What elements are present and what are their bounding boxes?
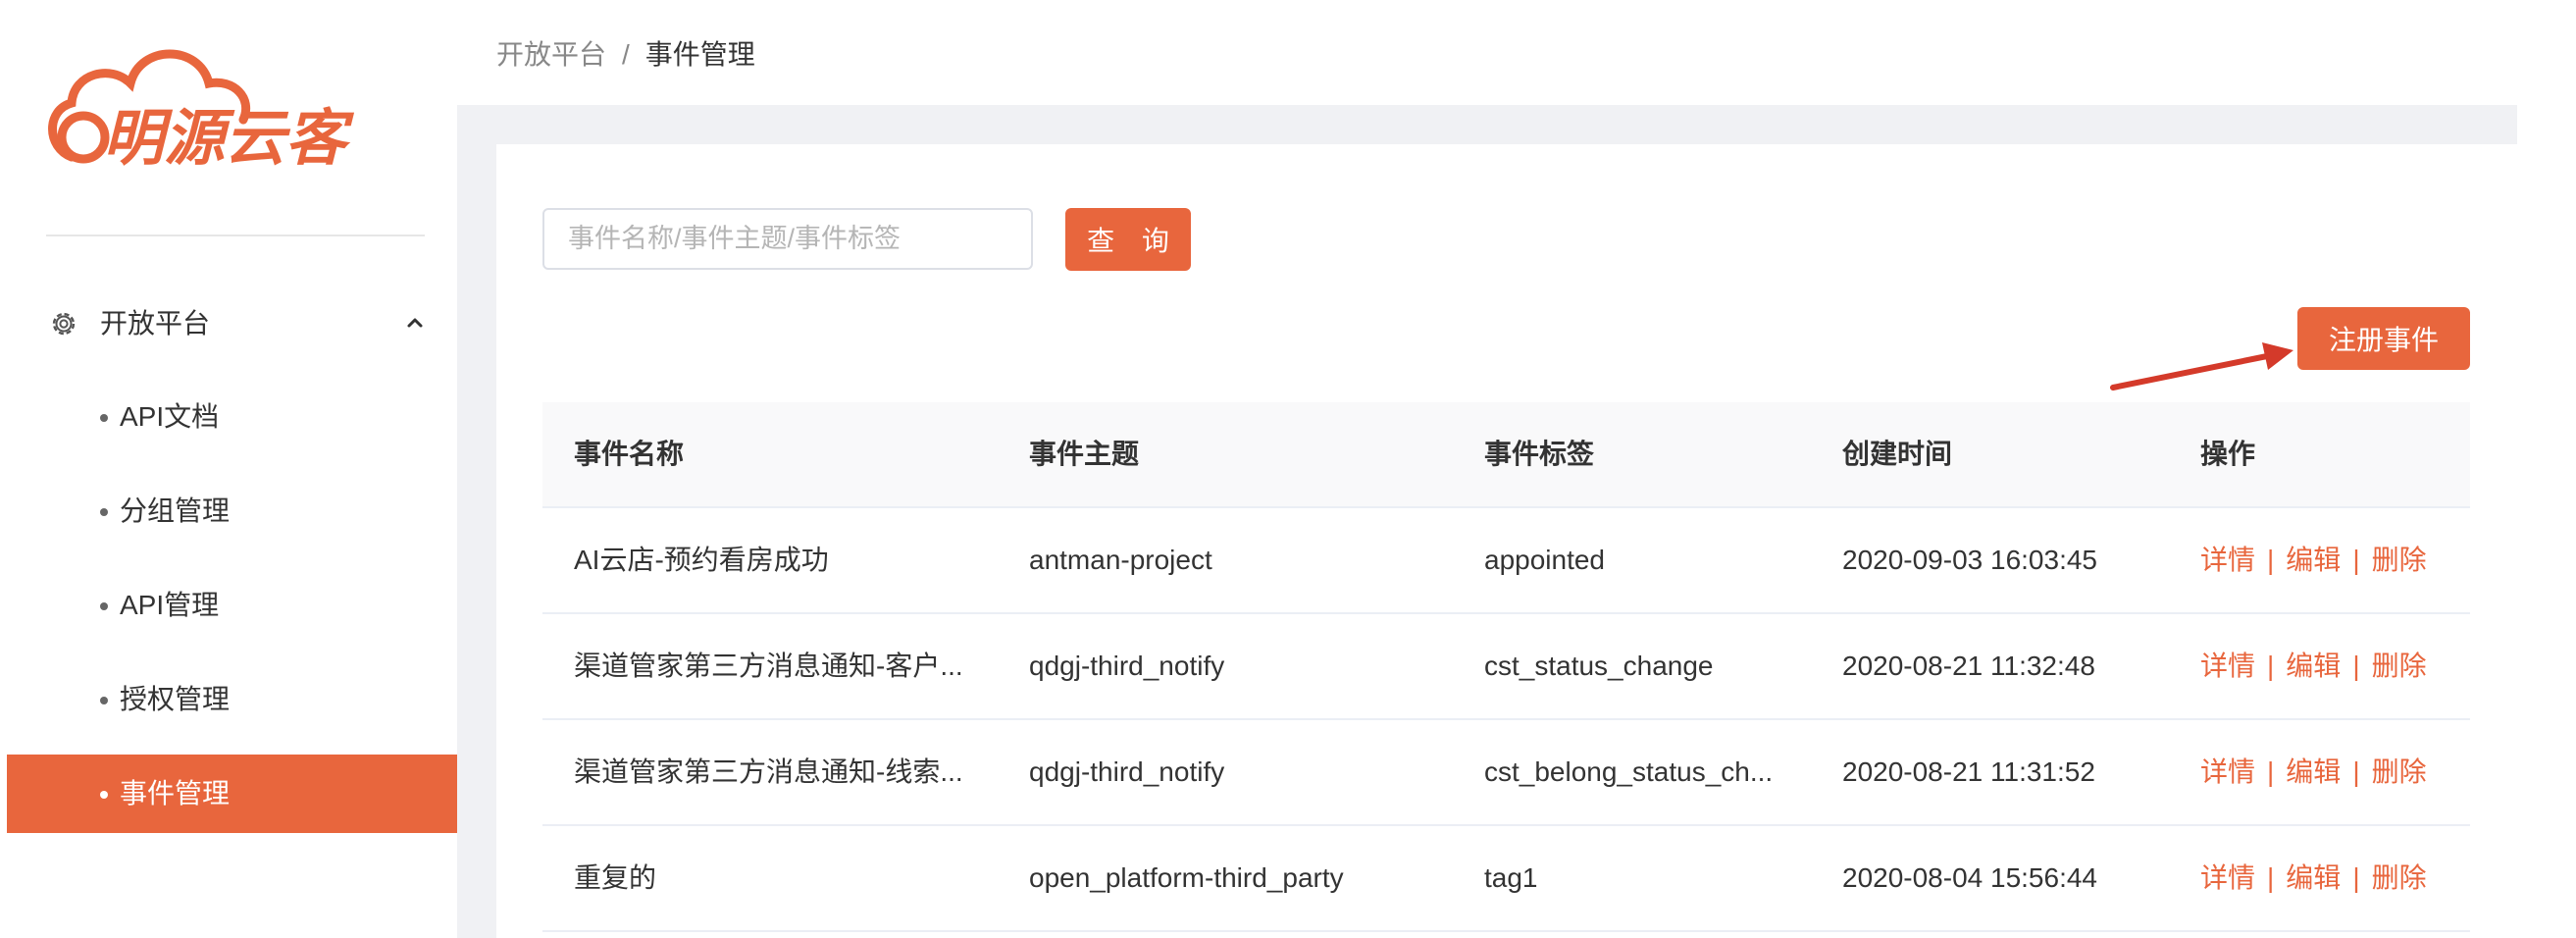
sidebar-item-event-management[interactable]: 事件管理 [7, 755, 457, 833]
cell-actions: 详情 | 编辑 | 删除 [2200, 720, 2465, 824]
table-row: 重复的 open_platform-third_party tag1 2020-… [542, 826, 2470, 932]
breadcrumb-separator: / [622, 39, 630, 70]
cell-created: 2020-08-04 15:56:44 [1842, 862, 2097, 893]
column-header-name: 事件名称 [574, 439, 685, 469]
cell-tag: tag1 [1484, 862, 1538, 893]
sidebar-item-label: 分组管理 [120, 495, 231, 526]
edit-link[interactable]: 编辑 [2286, 545, 2341, 575]
column-header-topic: 事件主题 [1029, 439, 1140, 469]
action-separator: | [2267, 756, 2275, 787]
table-row: 渠道管家第三方消息通知-客户... qdgj-third_notify cst_… [542, 614, 2470, 720]
sidebar-item-group-management[interactable]: 分组管理 [7, 472, 457, 550]
content-card: 查 询 注册事件 事件名称 事件主题 事件标签 创建时间 操作 AI云店-预约看… [496, 144, 2517, 938]
sidebar-item-label: 事件管理 [120, 778, 231, 808]
sidebar-group-open-platform[interactable]: 开放平台 [7, 285, 457, 363]
sidebar-item-label: API管理 [120, 590, 220, 620]
page-margin [2517, 0, 2576, 938]
sidebar-group-label: 开放平台 [100, 308, 211, 339]
action-separator: | [2267, 862, 2275, 893]
detail-link[interactable]: 详情 [2200, 756, 2255, 787]
action-separator: | [2352, 756, 2360, 787]
cell-name: 渠道管家第三方消息通知-客户... [574, 651, 963, 681]
table-row: AI云店-预约看房成功 antman-project appointed 202… [542, 508, 2470, 614]
column-header-tag: 事件标签 [1484, 439, 1595, 469]
cell-actions: 详情 | 编辑 | 删除 [2200, 614, 2465, 718]
app-root: 明源云客 开放平台 API文档 分组管理 API管理 授权管理 事件管理 开放平… [0, 0, 2576, 938]
bullet-icon [100, 508, 108, 516]
cell-topic: qdgj-third_notify [1029, 651, 1225, 681]
delete-link[interactable]: 删除 [2372, 756, 2427, 787]
bullet-icon [100, 791, 108, 799]
cell-topic: qdgj-third_notify [1029, 756, 1225, 787]
sidebar-item-label: 授权管理 [120, 684, 231, 714]
bullet-icon [100, 697, 108, 704]
column-header-actions: 操作 [2200, 439, 2256, 469]
cell-name: 渠道管家第三方消息通知-线索... [574, 756, 963, 787]
event-table: 事件名称 事件主题 事件标签 创建时间 操作 AI云店-预约看房成功 antma… [542, 402, 2470, 932]
detail-link[interactable]: 详情 [2200, 651, 2255, 681]
sidebar-item-label: API文档 [120, 401, 220, 432]
bullet-icon [100, 414, 108, 422]
sidebar-item-api-management[interactable]: API管理 [7, 566, 457, 645]
detail-link[interactable]: 详情 [2200, 545, 2255, 575]
delete-link[interactable]: 删除 [2372, 545, 2427, 575]
detail-link[interactable]: 详情 [2200, 862, 2255, 893]
query-button[interactable]: 查 询 [1065, 208, 1191, 271]
edit-link[interactable]: 编辑 [2286, 651, 2341, 681]
cell-topic: antman-project [1029, 545, 1212, 575]
table-row: 渠道管家第三方消息通知-线索... qdgj-third_notify cst_… [542, 720, 2470, 826]
cell-name: 重复的 [574, 862, 657, 893]
top-header: 开放平台 / 事件管理 [457, 0, 2517, 105]
breadcrumb: 开放平台 / 事件管理 [496, 35, 755, 75]
cell-created: 2020-08-21 11:31:52 [1842, 756, 2095, 787]
breadcrumb-root[interactable]: 开放平台 [496, 39, 606, 70]
sidebar-divider [46, 234, 425, 236]
annotation-arrow-icon [2110, 342, 2293, 391]
sidebar-item-api-docs[interactable]: API文档 [7, 378, 457, 456]
sidebar-item-auth-management[interactable]: 授权管理 [7, 660, 457, 739]
cell-name: AI云店-预约看房成功 [574, 545, 829, 575]
cell-created: 2020-09-03 16:03:45 [1842, 545, 2097, 575]
gear-icon [52, 312, 76, 336]
breadcrumb-current: 事件管理 [644, 39, 755, 70]
svg-text:明源云客: 明源云客 [103, 102, 355, 174]
action-separator: | [2267, 651, 2275, 681]
register-event-button[interactable]: 注册事件 [2297, 307, 2470, 370]
search-input[interactable] [542, 208, 1033, 270]
delete-link[interactable]: 删除 [2372, 651, 2427, 681]
action-separator: | [2352, 862, 2360, 893]
table-header: 事件名称 事件主题 事件标签 创建时间 操作 [542, 402, 2470, 508]
edit-link[interactable]: 编辑 [2286, 862, 2341, 893]
column-header-created: 创建时间 [1842, 439, 1953, 469]
action-separator: | [2267, 545, 2275, 575]
brand-logo: 明源云客 [48, 49, 355, 174]
sidebar: 明源云客 开放平台 API文档 分组管理 API管理 授权管理 事件管理 [7, 0, 457, 938]
cell-tag: appointed [1484, 545, 1606, 575]
cell-tag: cst_belong_status_ch... [1484, 756, 1774, 787]
delete-link[interactable]: 删除 [2372, 862, 2427, 893]
cell-actions: 详情 | 编辑 | 删除 [2200, 508, 2465, 612]
cell-topic: open_platform-third_party [1029, 862, 1344, 893]
cell-created: 2020-08-21 11:32:48 [1842, 651, 2095, 681]
bullet-icon [100, 602, 108, 610]
action-separator: | [2352, 651, 2360, 681]
action-separator: | [2352, 545, 2360, 575]
cell-tag: cst_status_change [1484, 651, 1714, 681]
chevron-up-icon[interactable] [404, 312, 426, 334]
cell-actions: 详情 | 编辑 | 删除 [2200, 826, 2465, 930]
edit-link[interactable]: 编辑 [2286, 756, 2341, 787]
